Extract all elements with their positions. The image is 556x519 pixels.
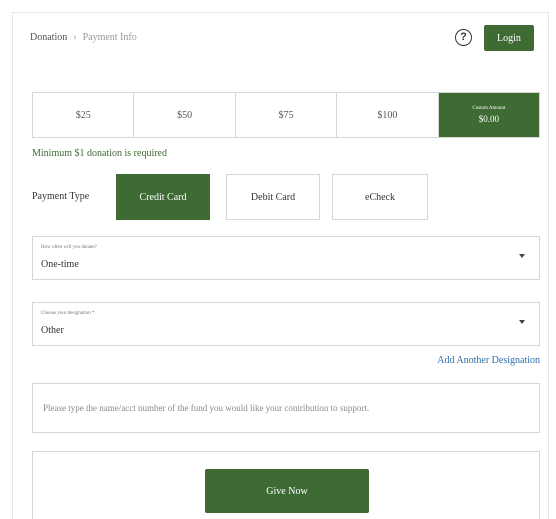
give-now-panel: Give Now [32,451,540,519]
designation-select[interactable]: Choose your designation * Other [32,302,540,346]
designation-select-label: Choose your designation * [41,311,95,316]
breadcrumb: Donation › Payment Info [30,32,137,43]
breadcrumb-donation[interactable]: Donation [30,32,67,43]
give-now-button[interactable]: Give Now [205,469,369,513]
custom-amount-option[interactable]: Custom Amount $0.00 [438,93,540,137]
fund-input-placeholder: Please type the name/acct number of the … [43,403,370,413]
help-icon[interactable]: ? [455,29,472,46]
payment-type-credit-card[interactable]: Credit Card [116,174,210,220]
payment-type-debit-card[interactable]: Debit Card [226,174,320,220]
amount-option-100[interactable]: $100 [337,93,439,137]
amount-option-75[interactable]: $75 [235,93,338,137]
login-button[interactable]: Login [484,25,534,51]
amount-option-25[interactable]: $25 [33,93,135,137]
chevron-down-icon [519,320,525,324]
designation-select-value: Other [41,325,64,336]
amount-options: $25 $50 $75 $100 Custom Amount $0.00 [32,92,540,138]
custom-amount-value[interactable]: $0.00 [479,114,499,124]
breadcrumb-payment-info: Payment Info [82,32,137,43]
payment-type-label: Payment Type [32,191,90,202]
add-another-designation-link[interactable]: Add Another Designation [437,355,540,366]
frequency-select-value: One-time [41,259,79,270]
payment-type-echeck[interactable]: eCheck [332,174,428,220]
payment-type-group: Payment Type Credit Card Debit Card eChe… [32,174,540,220]
minimum-donation-note: Minimum $1 donation is required [32,148,167,159]
chevron-down-icon [519,254,525,258]
amount-option-50[interactable]: $50 [134,93,236,137]
fund-input[interactable]: Please type the name/acct number of the … [32,383,540,433]
custom-amount-label: Custom Amount [472,106,506,111]
frequency-select[interactable]: How often will you donate? One-time [32,236,540,280]
header: Donation › Payment Info ? Login [30,24,542,54]
breadcrumb-separator: › [73,32,77,43]
frequency-select-label: How often will you donate? [41,245,97,250]
